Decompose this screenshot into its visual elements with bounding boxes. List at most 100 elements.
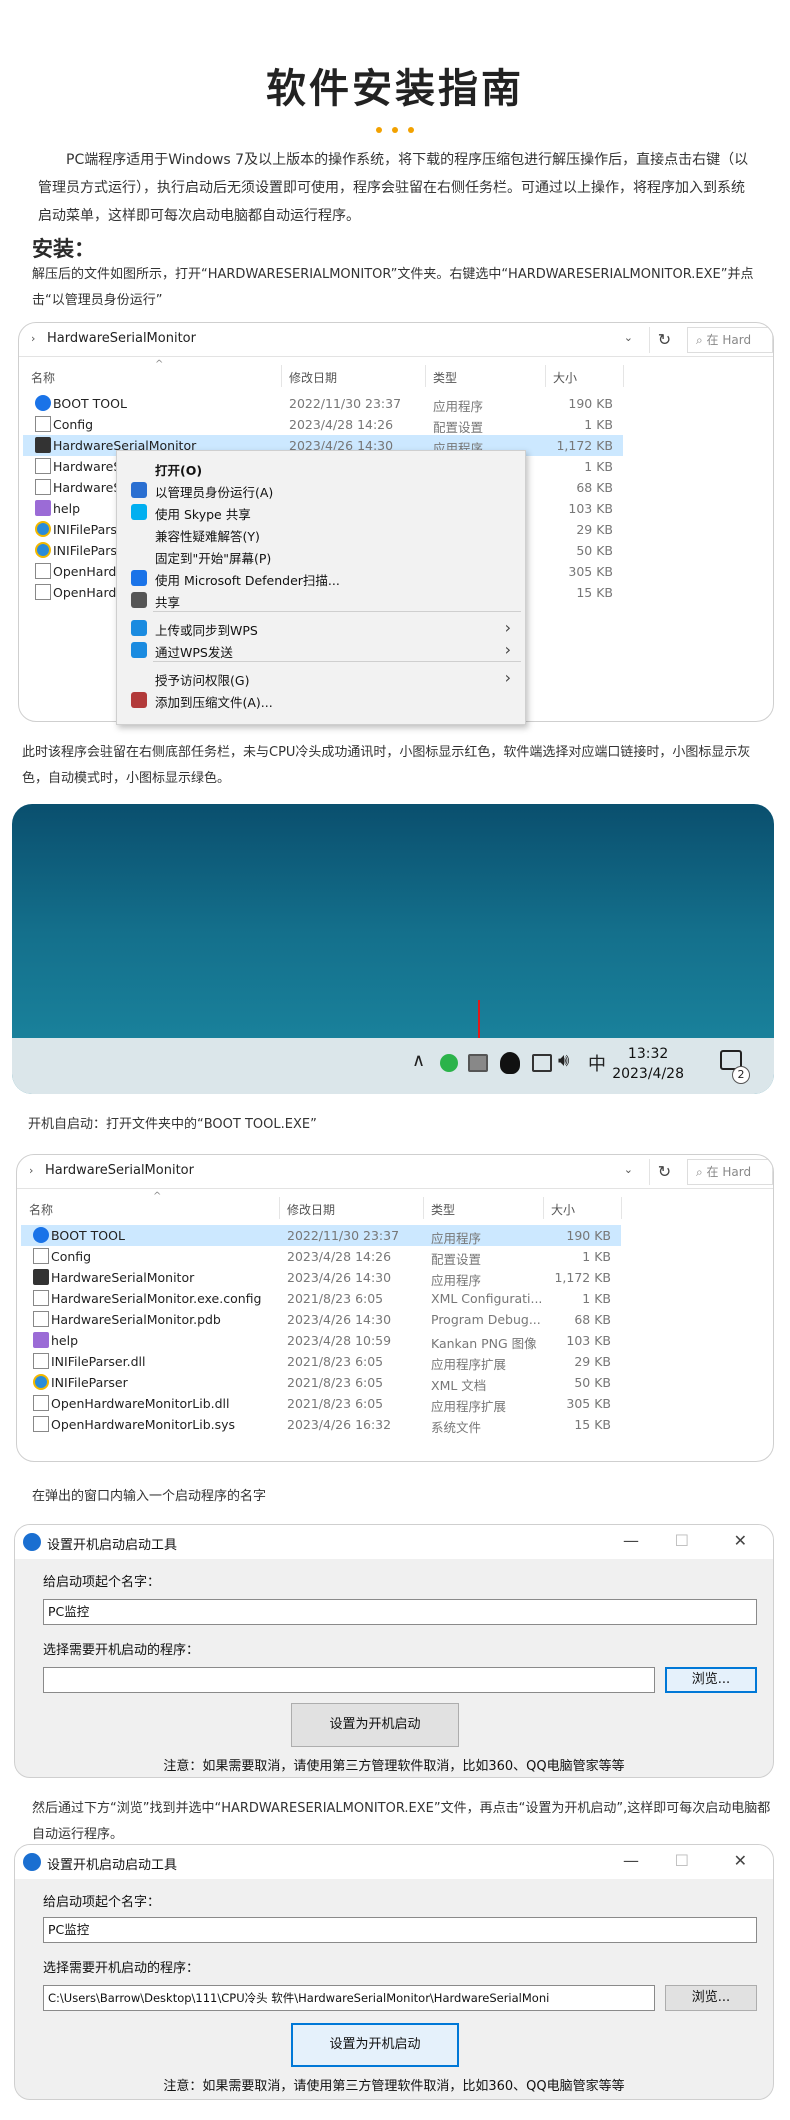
context-menu-item[interactable]: 兼容性疑难解答(Y): [117, 523, 525, 545]
file-name: Config: [53, 417, 94, 432]
search-input[interactable]: ⌕ 在 Hard: [687, 327, 773, 353]
dialog-title: 设置开机启动启动工具: [47, 1858, 178, 1873]
file-size: 103 KB: [568, 501, 613, 516]
file-size: 1 KB: [582, 1291, 611, 1306]
network-icon[interactable]: [532, 1054, 552, 1072]
col-name[interactable]: 名称: [29, 1201, 53, 1218]
file-row[interactable]: OpenHardwareMonitorLib.dll 2021/8/23 6:05…: [21, 1393, 621, 1414]
file-name: BOOT TOOL: [51, 1228, 125, 1243]
col-size[interactable]: 大小: [551, 1201, 575, 1218]
explorer-window-2: › HardwareSerialMonitor ⌄ ↻ ⌕ 在 Hard ^ 名…: [16, 1154, 774, 1462]
chevron-down-icon[interactable]: ⌄: [624, 1163, 633, 1176]
file-size: 190 KB: [566, 1228, 611, 1243]
file-row[interactable]: Config 2023/4/28 14:26 配置设置 1 KB: [21, 1246, 621, 1267]
menu-item-icon: [131, 692, 147, 708]
context-menu-item[interactable]: 授予访问权限(G) ›: [117, 667, 525, 689]
col-date[interactable]: 修改日期: [289, 369, 337, 386]
program-label: 选择需要开机启动的程序：: [43, 1643, 200, 1658]
col-size[interactable]: 大小: [553, 369, 577, 386]
green-tray-icon[interactable]: [440, 1054, 458, 1072]
file-row[interactable]: BOOT TOOL 2022/11/30 23:37 应用程序 190 KB: [21, 1225, 621, 1246]
program-input[interactable]: [43, 1667, 655, 1693]
col-name[interactable]: 名称: [31, 369, 55, 386]
file-date: 2021/8/23 6:05: [287, 1354, 384, 1369]
name-input[interactable]: PC监控: [43, 1599, 757, 1625]
file-icon: [35, 416, 51, 432]
maximize-button[interactable]: ☐: [675, 1851, 689, 1870]
browse-button[interactable]: 浏览...: [665, 1985, 757, 2011]
file-size: 68 KB: [576, 480, 613, 495]
address-bar[interactable]: › HardwareSerialMonitor ⌄ ↻ ⌕ 在 Hard: [19, 323, 773, 357]
file-name: Config: [51, 1249, 92, 1264]
startup-dialog-1: 设置开机启动启动工具 — ☐ ✕ 给启动项起个名字： PC监控 选择需要开机启动…: [14, 1524, 774, 1778]
clock[interactable]: 13:32 2023/4/28: [612, 1044, 684, 1084]
address-path: HardwareSerialMonitor: [47, 331, 196, 346]
context-menu-item[interactable]: 通过WPS发送 ›: [117, 639, 525, 661]
file-type: 应用程序扩展: [431, 1357, 507, 1372]
context-menu-item[interactable]: 以管理员身份运行(A): [117, 479, 525, 501]
file-row[interactable]: INIFileParser 2021/8/23 6:05 XML 文档 50 KB: [21, 1372, 621, 1393]
ime-indicator[interactable]: 中: [588, 1050, 606, 1076]
context-menu-item[interactable]: 打开(O): [117, 457, 525, 479]
set-startup-button[interactable]: 设置为开机启动: [291, 1703, 459, 1747]
file-icon: [33, 1290, 49, 1306]
menu-item-icon: [131, 570, 147, 586]
file-name: help: [53, 501, 81, 516]
program-input[interactable]: C:\Users\Barrow\Desktop\111\CPU冷头 软件\Har…: [43, 1985, 655, 2011]
browse-button[interactable]: 浏览...: [665, 1667, 757, 1693]
search-placeholder: 在 Hard: [706, 1165, 752, 1179]
dialog-titlebar: 设置开机启动启动工具 — ☐ ✕: [15, 1845, 773, 1879]
file-name: HardwareSerialMonitor.pdb: [51, 1312, 221, 1327]
maximize-button[interactable]: ☐: [675, 1531, 689, 1550]
refresh-icon[interactable]: ↻: [649, 327, 679, 353]
file-type: 应用程序扩展: [431, 1399, 507, 1414]
file-date: 2023/4/28 14:26: [289, 417, 394, 432]
close-button[interactable]: ✕: [734, 1531, 747, 1550]
menu-separator: [153, 661, 521, 662]
set-startup-button[interactable]: 设置为开机启动: [291, 2023, 459, 2067]
context-menu-item[interactable]: 上传或同步到WPS ›: [117, 617, 525, 639]
dialog-note: 注意：如果需要取消，请使用第三方管理软件取消，比如360、QQ电脑管家等等: [163, 1759, 625, 1774]
file-row[interactable]: OpenHardwareMonitorLib.sys 2023/4/26 16:3…: [21, 1414, 621, 1435]
qq-icon[interactable]: [500, 1052, 520, 1074]
context-menu-item[interactable]: 固定到"开始"屏幕(P): [117, 545, 525, 567]
sort-arrow-icon: ^: [155, 359, 164, 370]
close-button[interactable]: ✕: [734, 1851, 747, 1870]
file-name: INIFileParser: [51, 1375, 128, 1390]
col-type[interactable]: 类型: [431, 1201, 455, 1218]
context-menu-item[interactable]: 使用 Skype 共享: [117, 501, 525, 523]
context-menu-item[interactable]: 添加到压缩文件(A)...: [117, 689, 525, 711]
context-menu-item[interactable]: 共享: [117, 589, 525, 611]
file-row[interactable]: BOOT TOOL 2022/11/30 23:37 应用程序 190 KB: [23, 393, 623, 414]
refresh-icon[interactable]: ↻: [649, 1159, 679, 1185]
minimize-button[interactable]: —: [623, 1851, 639, 1870]
file-row[interactable]: HardwareSerialMonitor.exe.config 2021/8/2…: [21, 1288, 621, 1309]
file-row[interactable]: help 2023/4/28 10:59 Kankan PNG 图像 103 KB: [21, 1330, 621, 1351]
monitor-tray-icon[interactable]: [468, 1054, 488, 1072]
context-menu-item[interactable]: 使用 Microsoft Defender扫描...: [117, 567, 525, 589]
file-row[interactable]: HardwareSerialMonitor 2023/4/26 14:30 应用程序…: [21, 1267, 621, 1288]
file-type: 应用程序: [431, 1231, 482, 1246]
file-icon: [35, 395, 51, 411]
file-date: 2023/4/26 14:30: [287, 1312, 392, 1327]
menu-separator: [153, 611, 521, 612]
volume-icon[interactable]: 🔊︎: [558, 1050, 569, 1071]
tray-chevron-icon[interactable]: ∧: [412, 1050, 425, 1071]
file-row[interactable]: Config 2023/4/28 14:26 配置设置 1 KB: [23, 414, 623, 435]
name-input[interactable]: PC监控: [43, 1917, 757, 1943]
notification-badge: 2: [732, 1066, 750, 1084]
install-paragraph: 解压后的文件如图所示，打开“HARDWARESERIALMONITOR”文件夹。…: [32, 267, 754, 308]
chevron-down-icon[interactable]: ⌄: [624, 331, 633, 344]
col-date[interactable]: 修改日期: [287, 1201, 335, 1218]
menu-item-icon: [131, 482, 147, 498]
power-icon: [23, 1853, 41, 1871]
file-icon: [35, 458, 51, 474]
taskbar: ∧ 🔊︎ 中 13:32 2023/4/28 2: [12, 1038, 774, 1094]
search-input[interactable]: ⌕ 在 Hard: [687, 1159, 773, 1185]
minimize-button[interactable]: —: [623, 1531, 639, 1550]
col-type[interactable]: 类型: [433, 369, 457, 386]
file-row[interactable]: INIFileParser.dll 2021/8/23 6:05 应用程序扩展 29 …: [21, 1351, 621, 1372]
file-row[interactable]: HardwareSerialMonitor.pdb 2023/4/26 14:30…: [21, 1309, 621, 1330]
intro-paragraph: PC端程序适用于Windows 7及以上版本的操作系统，将下载的程序压缩包进行解…: [38, 152, 749, 224]
address-bar[interactable]: › HardwareSerialMonitor ⌄ ↻ ⌕ 在 Hard: [17, 1155, 773, 1189]
